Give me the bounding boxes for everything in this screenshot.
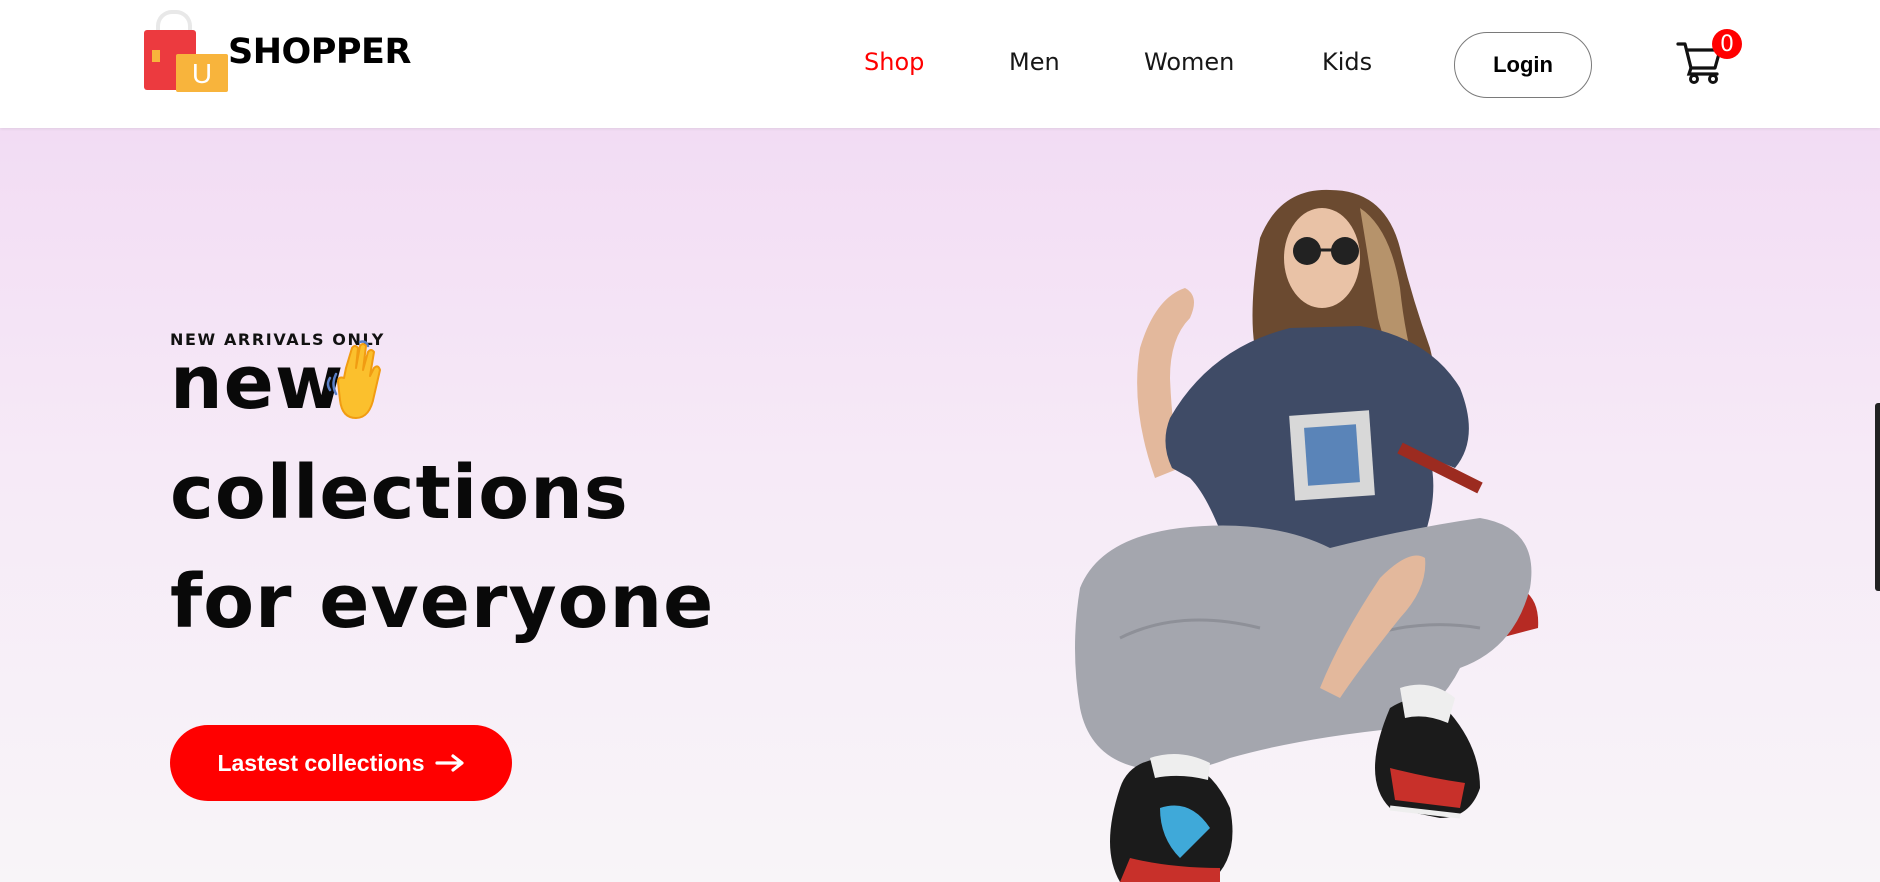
hand-wave-icon (326, 340, 381, 419)
latest-collections-button[interactable]: Lastest collections (170, 725, 512, 801)
navbar: U SHOPPER Shop Men Women Kids Login 0 (0, 0, 1880, 128)
hero-title-line-1: new (170, 340, 345, 426)
hero-title-line-2: collections (170, 450, 629, 536)
brand-logo[interactable]: U SHOPPER (142, 8, 411, 96)
arrow-right-icon (434, 754, 464, 772)
shopping-bags-logo-icon: U (142, 8, 232, 96)
nav-item-kids[interactable]: Kids (1322, 48, 1372, 76)
nav-item-shop[interactable]: Shop (864, 48, 924, 76)
cart-count-badge: 0 (1712, 29, 1742, 59)
hero-model-image (1075, 189, 1539, 882)
nav-item-men[interactable]: Men (1009, 48, 1060, 76)
cta-label: Lastest collections (217, 749, 425, 776)
hero-title-line-3: for everyone (170, 559, 715, 645)
logo-letter: U (176, 54, 228, 92)
scrollbar-handle[interactable] (1875, 403, 1880, 591)
brand-name: SHOPPER (228, 32, 411, 72)
hero-section: NEW ARRIVALS ONLY new collections for ev… (0, 128, 1880, 882)
login-button[interactable]: Login (1454, 32, 1592, 98)
nav-item-women[interactable]: Women (1144, 48, 1234, 76)
